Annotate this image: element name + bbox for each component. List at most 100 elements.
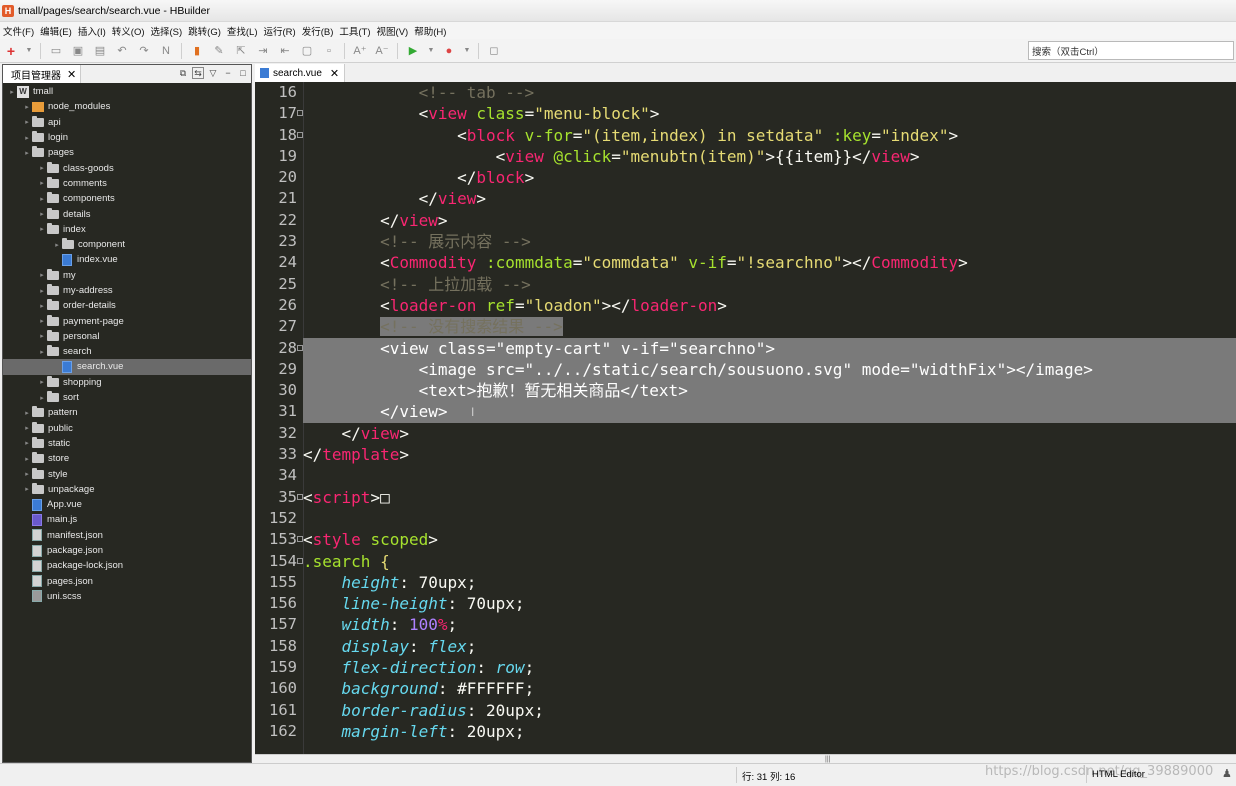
tree-item[interactable]: ▸ my [3,268,251,283]
maximize-icon[interactable]: □ [237,67,249,79]
code-line[interactable]: 160 background: #FFFFFF; [255,678,1236,699]
expand-toggle-icon[interactable]: ▸ [37,179,47,187]
expand-toggle-icon[interactable]: ▸ [22,103,32,111]
save-all-icon[interactable]: ▣ [70,43,86,59]
code-line[interactable]: 22 </view> [255,210,1236,231]
tree-item[interactable]: ▸ my-address [3,283,251,298]
new-icon[interactable]: + [3,43,19,59]
close-icon[interactable]: ✕ [330,67,339,80]
tree-item[interactable]: ▸ personal [3,329,251,344]
code-line[interactable]: 28 <view class="empty-cart" v-if="search… [255,337,1236,359]
help-icon[interactable]: ◻ [486,43,502,59]
tree-item[interactable]: main.js [3,512,251,527]
tree-item[interactable]: index.vue [3,252,251,267]
browser-icon[interactable]: ● [441,43,457,59]
new-dropdown-icon[interactable]: ▼ [25,43,33,59]
tree-item[interactable]: manifest.json [3,528,251,543]
tree-item[interactable]: ▸ Wtmall [3,84,251,99]
code-line[interactable]: 30 <text>抱歉！暂无相关商品</text> [255,380,1236,402]
tree-item[interactable]: ▸ shopping [3,375,251,390]
code-line[interactable]: 24 <Commodity :commdata="commdata" v-if=… [255,252,1236,273]
link-editor-icon[interactable]: ⇆ [192,67,204,79]
tab-search-vue[interactable]: search.vue ✕ [255,64,346,82]
expand-toggle-icon[interactable]: ▸ [22,455,32,463]
edit-icon[interactable]: ✎ [211,43,227,59]
expand-toggle-icon[interactable]: ▸ [52,241,62,249]
tree-item[interactable]: ▸ components [3,191,251,206]
tree-item[interactable]: ▸ public [3,421,251,436]
expand-toggle-icon[interactable]: ▸ [22,134,32,142]
tree-item[interactable]: ▸ class-goods [3,160,251,175]
code-line[interactable]: 31 </view> [255,401,1236,423]
close-icon[interactable]: ✕ [67,68,76,81]
menu-item[interactable]: 转义(O) [111,24,150,38]
menu-item[interactable]: 发行(B) [301,24,339,38]
font-larger-icon[interactable]: A⁺ [352,43,368,59]
expand-toggle-icon[interactable]: ▸ [37,225,47,233]
tree-item[interactable]: ▸ payment-page [3,313,251,328]
code-area[interactable]: 16 <!-- tab --> 17 <view class="menu-bloc… [255,82,1236,754]
outdent-icon[interactable]: ⇤ [277,43,293,59]
code-line[interactable]: 153 <style scoped> [255,529,1236,550]
code-line[interactable]: 32 </view> [255,423,1236,444]
expand-toggle-icon[interactable]: ▸ [37,302,47,310]
expand-toggle-icon[interactable]: ▸ [7,88,17,96]
code-line[interactable]: 20 </block> [255,167,1236,188]
code-line[interactable]: 17 <view class="menu-block"> [255,103,1236,124]
scroll-grip-icon[interactable]: ||| [825,756,833,763]
run-icon[interactable]: ▶ [405,43,421,59]
tree-item[interactable]: ▸ static [3,436,251,451]
code-line[interactable]: 21 </view> [255,188,1236,209]
menu-item[interactable]: 运行(R) [263,24,301,38]
code-line[interactable]: 23 <!-- 展示内容 --> [255,231,1236,252]
code-line[interactable]: 152 [255,508,1236,529]
code-line[interactable]: 19 <view @click="menubtn(item)">{{item}}… [255,146,1236,167]
code-line[interactable]: 33 </template> [255,444,1236,465]
code-line[interactable]: 159 flex-direction: row; [255,657,1236,678]
tree-item[interactable]: search.vue [3,359,251,375]
browser-dropdown-icon[interactable]: ▼ [463,43,471,59]
code-line[interactable]: 155 height: 70upx; [255,572,1236,593]
expand-toggle-icon[interactable]: ▸ [22,149,32,157]
expand-toggle-icon[interactable]: ▸ [37,394,47,402]
expand-toggle-icon[interactable]: ▸ [37,271,47,279]
expand-toggle-icon[interactable]: ▸ [37,164,47,172]
run-dropdown-icon[interactable]: ▼ [427,43,435,59]
minimize-icon[interactable]: − [222,67,234,79]
menu-item[interactable]: 编辑(E) [39,24,77,38]
menu-item[interactable]: 插入(I) [77,24,111,38]
code-line[interactable]: 162 margin-left: 20upx; [255,721,1236,742]
uncomment-icon[interactable]: ▫ [321,43,337,59]
tree-item[interactable]: uni.scss [3,589,251,604]
code-line[interactable]: 26 <loader-on ref="loadon"></loader-on> [255,295,1236,316]
code-line[interactable]: 35 <script>□ [255,487,1236,508]
code-line[interactable]: 29 <image src="../../static/search/sousu… [255,358,1236,381]
export-icon[interactable]: ⇱ [233,43,249,59]
tree-item[interactable]: App.vue [3,497,251,512]
tree-item[interactable]: ▸ unpackage [3,482,251,497]
menu-item[interactable]: 选择(S) [150,24,188,38]
expand-toggle-icon[interactable]: ▸ [37,317,47,325]
expand-toggle-icon[interactable]: ▸ [37,195,47,203]
tree-item[interactable]: ▸ component [3,237,251,252]
code-line[interactable]: 154 .search { [255,551,1236,572]
tree-item[interactable]: ▸ pattern [3,405,251,420]
user-icon[interactable]: ♟ [1222,767,1232,780]
code-line[interactable]: 156 line-height: 70upx; [255,593,1236,614]
code-line[interactable]: 16 <!-- tab --> [255,82,1236,103]
tree-item[interactable]: package-lock.json [3,558,251,573]
undo-icon[interactable]: ↶ [114,43,130,59]
comment-icon[interactable]: ▢ [299,43,315,59]
tree-item[interactable]: ▸ search [3,344,251,359]
global-search-input[interactable]: 搜索（双击Ctrl） [1028,41,1234,60]
expand-toggle-icon[interactable]: ▸ [22,118,32,126]
expand-toggle-icon[interactable]: ▸ [22,485,32,493]
menu-item[interactable]: 帮助(H) [413,24,451,38]
format-icon[interactable]: N [158,43,174,59]
menu-item[interactable]: 工具(T) [338,24,375,38]
code-line[interactable]: 161 border-radius: 20upx; [255,700,1236,721]
tree-item[interactable]: ▸ details [3,206,251,221]
expand-toggle-icon[interactable]: ▸ [37,287,47,295]
expand-toggle-icon[interactable]: ▸ [37,210,47,218]
tree-item[interactable]: ▸ store [3,451,251,466]
